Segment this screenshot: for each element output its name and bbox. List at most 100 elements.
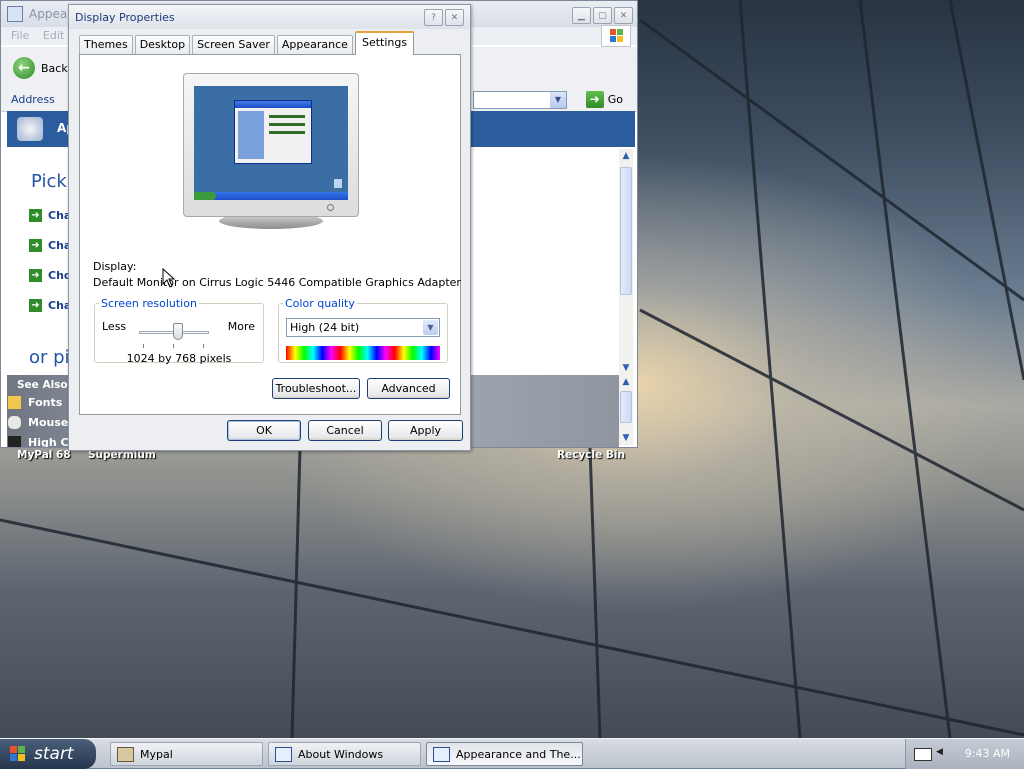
scroll-thumb[interactable] [620,391,632,423]
taskbar: start Mypal About Windows Appearance and… [0,738,1024,769]
see-also-high-contrast[interactable]: High Co [7,435,76,447]
tab-themes[interactable]: Themes [79,35,133,54]
preview-taskbar [194,192,348,200]
address-label: Address [11,93,55,106]
window-app-icon [7,6,23,22]
start-button[interactable]: start [0,739,96,769]
high-contrast-icon [7,435,22,447]
display-app-icon [433,746,450,762]
slider-tick [143,344,144,348]
task-link-2[interactable]: ➜ Cha [29,239,71,252]
arrow-icon: ➜ [29,239,42,252]
tab-screen-saver[interactable]: Screen Saver [192,35,275,54]
task-button-mypal[interactable]: Mypal [110,742,263,766]
color-quality-value: High (24 bit) [290,321,360,334]
back-button[interactable]: ← Back [13,57,68,79]
chevron-down-icon[interactable]: ▼ [423,320,438,335]
monitor-screen [194,86,348,200]
keyboard-icon[interactable] [914,748,932,761]
desktop-icon-mypal[interactable]: MyPal 68 [17,449,71,461]
pick-task-heading: Pick [31,171,67,192]
task-link-1[interactable]: ➜ Cha [29,209,71,222]
scroll-down-icon[interactable]: ▼ [619,361,633,375]
task-label: About Windows [298,747,384,761]
task-link-3[interactable]: ➜ Cho [29,269,71,282]
windows-flag-icon [10,746,25,761]
display-adapter-text: Default Monitor on Cirrus Logic 5446 Com… [93,276,461,289]
go-button[interactable]: ➜ Go [585,91,623,108]
lower-scrollbar[interactable]: ▲ ▼ [619,375,633,445]
see-also-mouse[interactable]: Mouse I [7,415,76,430]
tray-expand-icon[interactable]: ◀ [936,747,943,757]
menu-file[interactable]: File [11,29,29,42]
back-label: Back [41,61,68,75]
go-label: Go [607,93,623,106]
fonts-folder-icon [7,395,22,410]
screen-resolution-legend: Screen resolution [101,297,197,310]
desktop-icon-recycle-bin[interactable]: Recycle Bin [557,449,625,461]
task-button-appearance[interactable]: Appearance and The... [426,742,583,766]
task-label: Appearance and The... [456,747,581,761]
task-link-4[interactable]: ➜ Cha [29,299,71,312]
clock[interactable]: 9:43 AM [965,747,1010,760]
resolution-more-label: More [227,320,255,333]
ok-button[interactable]: OK [227,420,301,441]
arrow-icon: ➜ [29,269,42,282]
cancel-button[interactable]: Cancel [308,420,382,441]
monitor-bezel [183,73,359,217]
mouse-pointer-icon [162,268,176,288]
tab-desktop[interactable]: Desktop [134,35,191,54]
window-app-icon [275,746,292,762]
arrow-icon: ➜ [29,299,42,312]
scroll-thumb[interactable] [620,167,632,295]
mypal-app-icon [117,746,134,762]
color-quality-legend: Color quality [285,297,355,310]
pick-icon-heading: or pi [29,347,70,368]
address-input[interactable]: ▼ [473,91,567,109]
task-button-about-windows[interactable]: About Windows [268,742,421,766]
system-tray: ◀ 9:43 AM [905,739,1024,769]
windows-logo-icon [601,25,631,47]
preview-recycle-bin-icon [334,179,342,188]
see-also-label: Fonts [28,396,63,409]
color-quality-group: Color quality High (24 bit) ▼ [278,297,448,363]
display-label: Display: [93,260,137,273]
back-arrow-icon: ← [13,57,35,79]
resolution-value: 1024 by 768 pixels [126,352,232,365]
start-label: start [34,744,74,764]
dialog-close-button[interactable]: ✕ [445,9,464,26]
minimize-button[interactable]: ▁ [572,7,591,24]
screen-resolution-group: Screen resolution Less More 1024 by 768 … [94,297,264,365]
dialog-titlebar[interactable]: Display Properties ? ✕ [69,5,470,29]
display-properties-dialog: Display Properties ? ✕ Themes Desktop Sc… [68,4,471,451]
resolution-less-label: Less [102,320,127,333]
close-button[interactable]: ✕ [614,7,633,24]
appearance-category-icon [17,117,43,141]
task-label: Mypal [140,747,173,761]
see-also-fonts[interactable]: Fonts [7,395,62,410]
see-also-title: See Also [17,379,68,391]
tab-settings[interactable]: Settings [354,31,415,55]
color-quality-select[interactable]: High (24 bit) ▼ [286,318,440,337]
scroll-up-icon[interactable]: ▲ [619,375,633,389]
scroll-up-icon[interactable]: ▲ [619,149,633,163]
monitor-preview [183,73,359,233]
content-scrollbar[interactable]: ▲ ▼ [619,149,633,375]
go-arrow-icon: ➜ [585,91,604,108]
arrow-icon: ➜ [29,209,42,222]
menu-edit[interactable]: Edit [43,29,64,42]
tab-strip: Themes Desktop Screen Saver Appearance S… [79,31,416,55]
apply-button[interactable]: Apply [388,420,463,441]
address-dropdown-icon[interactable]: ▼ [550,92,566,108]
tab-appearance[interactable]: Appearance [276,35,353,54]
troubleshoot-button[interactable]: Troubleshoot... [272,378,360,399]
color-spectrum-bar [286,346,440,360]
scroll-down-icon[interactable]: ▼ [619,431,633,445]
maximize-button[interactable]: ▢ [593,7,612,24]
mouse-icon [7,415,22,430]
preview-window [234,100,312,164]
help-button[interactable]: ? [424,9,443,26]
advanced-button[interactable]: Advanced [367,378,450,399]
resolution-slider-thumb[interactable] [173,323,183,340]
dialog-title: Display Properties [75,10,175,24]
